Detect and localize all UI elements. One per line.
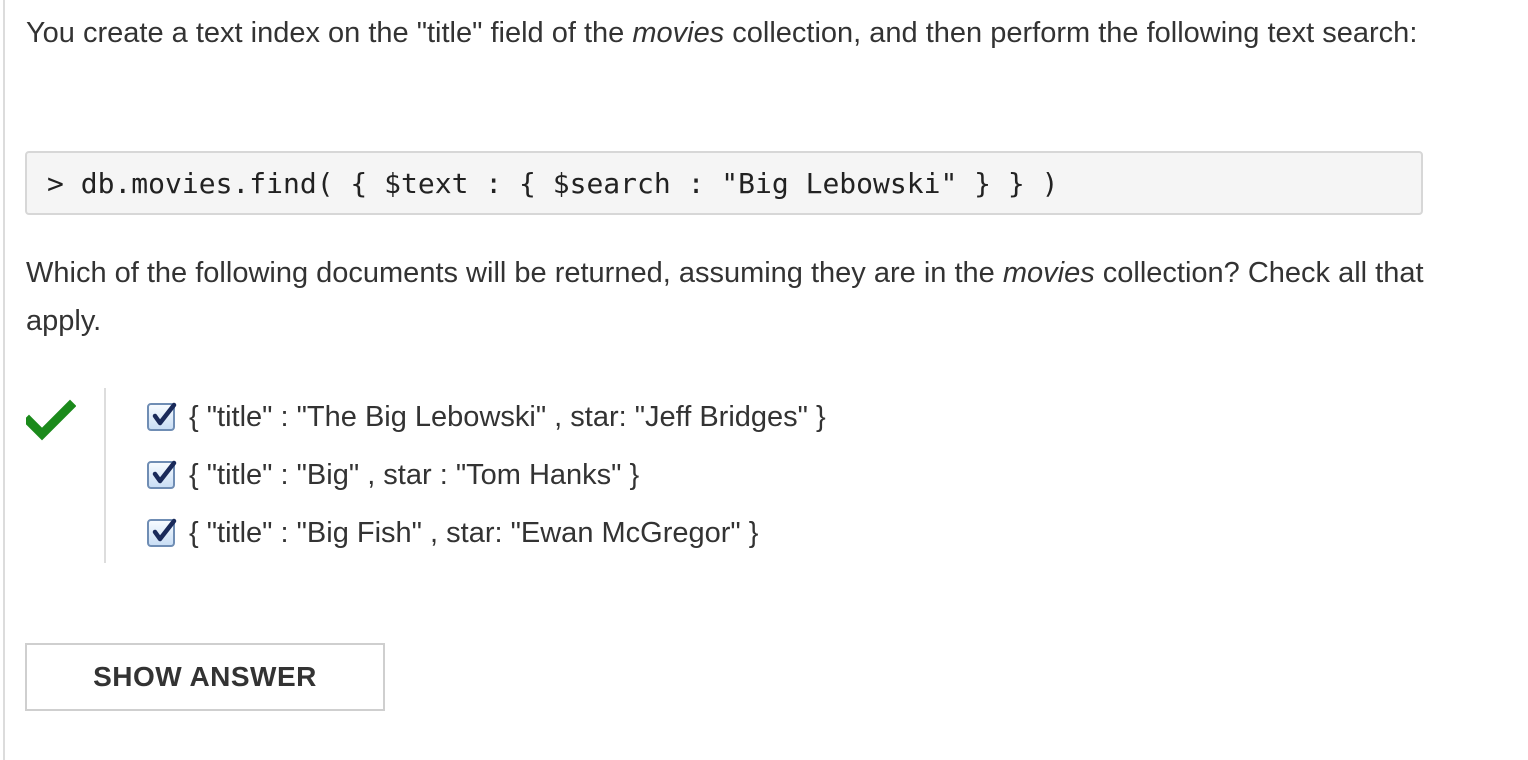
checkbox-check-icon <box>152 460 177 484</box>
option-label: { "title" : "Big" , star : "Tom Hanks" } <box>189 459 640 491</box>
show-answer-button[interactable]: SHOW ANSWER <box>25 643 385 711</box>
option-item[interactable]: { "title" : "The Big Lebowski" , star: "… <box>147 388 826 446</box>
code-block: > db.movies.find( { $text : { $search : … <box>25 151 1423 215</box>
question-text: You create a text index on the "title" f… <box>26 9 1426 57</box>
code-text: > db.movies.find( { $text : { $search : … <box>47 167 1059 200</box>
option-label: { "title" : "The Big Lebowski" , star: "… <box>189 401 826 433</box>
checkbox-check-icon <box>152 402 177 426</box>
option-checkbox[interactable] <box>147 518 177 547</box>
left-border <box>3 0 5 760</box>
correct-check-icon <box>22 399 77 441</box>
option-checkbox[interactable] <box>147 402 177 431</box>
option-label: { "title" : "Big Fish" , star: "Ewan McG… <box>189 517 759 549</box>
option-item[interactable]: { "title" : "Big" , star : "Tom Hanks" } <box>147 446 826 504</box>
question-collection-name: movies <box>632 17 725 49</box>
checkbox-check-icon <box>152 518 177 542</box>
prompt-collection-name: movies <box>1002 257 1095 289</box>
option-checkbox[interactable] <box>147 460 177 489</box>
question-intro-before: You create a text index on the "title" f… <box>26 17 633 49</box>
question-intro-after: collection, and then perform the followi… <box>724 17 1418 49</box>
check-mark-icon <box>22 396 77 446</box>
option-item[interactable]: { "title" : "Big Fish" , star: "Ewan McG… <box>147 504 826 562</box>
answer-options: { "title" : "The Big Lebowski" , star: "… <box>147 388 826 562</box>
options-divider <box>104 388 106 563</box>
question-prompt: Which of the following documents will be… <box>26 249 1426 345</box>
prompt-before: Which of the following documents will be… <box>26 257 1003 289</box>
